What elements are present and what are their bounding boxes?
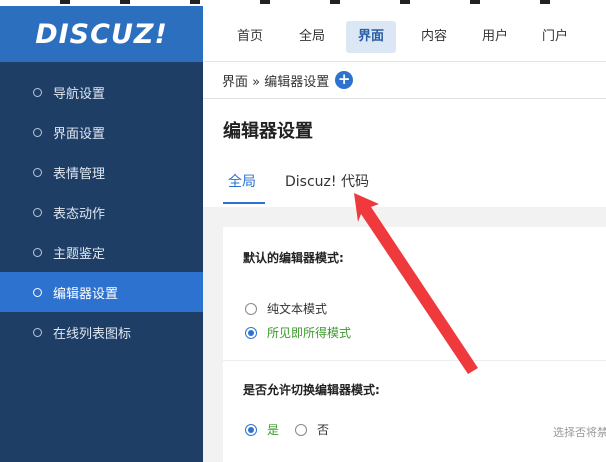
page-header: 编辑器设置 全局 Discuz! 代码 — [203, 99, 606, 207]
sidebar-item-label: 主题鉴定 — [53, 246, 106, 262]
sidebar-item-label: 导航设置 — [53, 86, 106, 102]
nav-portal[interactable]: 门户 — [530, 21, 580, 53]
nav-global[interactable]: 全局 — [287, 21, 337, 53]
radio-checked-icon[interactable] — [245, 326, 257, 339]
sidebar-item-label: 界面设置 — [53, 126, 106, 142]
sidebar-item-emoji-management[interactable]: 表情管理 — [0, 152, 203, 192]
settings-card: 默认的编辑器模式: 纯文本模式 所见即所得模式 是否允许切换编辑器模式: 是 否… — [223, 227, 606, 462]
nav-interface[interactable]: 界面 — [346, 21, 397, 53]
sidebar-item-label: 编辑器设置 — [53, 286, 119, 302]
nav-home[interactable]: 首页 — [225, 21, 275, 53]
default-mode-label: 默认的编辑器模式: — [243, 251, 344, 265]
sidebar-item-ui-settings[interactable]: 界面设置 — [0, 112, 203, 152]
logo-text: DISCUZ! — [35, 18, 168, 50]
discuz-logo[interactable]: DISCUZ! — [0, 6, 203, 62]
circle-bullet-icon — [33, 167, 42, 177]
circle-bullet-icon — [33, 87, 42, 97]
circle-bullet-icon — [33, 247, 42, 257]
sidebar-item-nav-settings[interactable]: 导航设置 — [0, 72, 203, 112]
breadcrumb: 界面 » 编辑器设置 + — [203, 62, 606, 99]
radio-unchecked-icon[interactable] — [295, 423, 307, 436]
sidebar-item-online-list-icons[interactable]: 在线列表图标 — [0, 312, 203, 352]
main-content: 编辑器设置 全局 Discuz! 代码 默认的编辑器模式: 纯文本模式 所见即所… — [203, 99, 606, 462]
option-label: 所见即所得模式 — [267, 326, 352, 340]
tab-global[interactable]: 全局 — [228, 171, 256, 191]
active-tab-indicator — [223, 202, 265, 204]
sidebar: 导航设置 界面设置 表情管理 表态动作 主题鉴定 编辑器设置 在线列表图标 — [0, 62, 203, 462]
sidebar-item-reactions[interactable]: 表态动作 — [0, 192, 203, 232]
sidebar-item-editor-settings[interactable]: 编辑器设置 — [0, 272, 203, 312]
nav-users[interactable]: 用户 — [470, 21, 520, 53]
add-shortcut-button[interactable]: + — [335, 71, 354, 89]
circle-bullet-icon — [33, 127, 42, 137]
radio-allow-switch-yes[interactable]: 是 — [245, 421, 279, 438]
circle-bullet-icon — [33, 287, 42, 297]
option-label: 否 — [317, 423, 330, 437]
allow-switch-label: 是否允许切换编辑器模式: — [243, 383, 380, 397]
page-title: 编辑器设置 — [223, 121, 313, 142]
radio-unchecked-icon[interactable] — [245, 302, 257, 315]
radio-plain-text-mode[interactable]: 纯文本模式 — [245, 300, 327, 317]
circle-bullet-icon — [33, 327, 42, 337]
radio-allow-switch-no[interactable]: 否 — [295, 421, 329, 438]
breadcrumb-text: 界面 » 编辑器设置 — [222, 74, 330, 90]
option-label: 纯文本模式 — [267, 302, 328, 316]
circle-bullet-icon — [33, 207, 42, 217]
sidebar-item-label: 在线列表图标 — [53, 326, 132, 342]
top-navigation: 首页 全局 界面 内容 用户 门户 — [203, 6, 606, 62]
sidebar-item-thread-stamps[interactable]: 主题鉴定 — [0, 232, 203, 272]
sidebar-item-label: 表情管理 — [53, 166, 106, 182]
allow-switch-hint: 选择否将禁 — [553, 426, 606, 439]
option-label: 是 — [267, 423, 280, 437]
section-divider — [223, 360, 606, 361]
radio-wysiwyg-mode[interactable]: 所见即所得模式 — [245, 324, 351, 341]
radio-checked-icon[interactable] — [245, 423, 257, 436]
sidebar-item-label: 表态动作 — [53, 206, 106, 222]
tab-discuz-code[interactable]: Discuz! 代码 — [285, 171, 369, 191]
nav-content[interactable]: 内容 — [409, 21, 459, 53]
